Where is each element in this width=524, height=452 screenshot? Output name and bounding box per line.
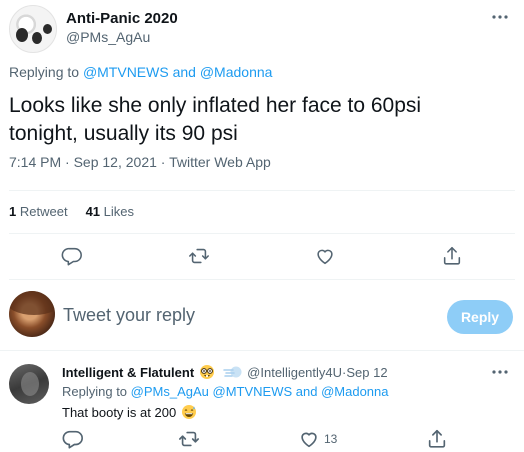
tweet-date[interactable]: Sep 12, 2021: [74, 154, 157, 170]
divider: [9, 190, 515, 191]
replying-to: Replying to @MTVNEWS and @Madonna: [9, 64, 273, 80]
reply-like-icon[interactable]: [298, 428, 317, 448]
reply-button[interactable]: Reply: [447, 300, 513, 334]
grinning-sweat-emoji: [181, 404, 197, 420]
tweet-source[interactable]: Twitter Web App: [169, 154, 271, 170]
mention-link[interactable]: @Madonna: [321, 384, 388, 399]
divider: [0, 350, 524, 351]
more-options-icon[interactable]: [489, 9, 511, 25]
divider: [9, 233, 515, 234]
reply-text-row: That booty is at 200: [62, 404, 197, 420]
reply-share-icon[interactable]: [426, 428, 446, 448]
reply-input[interactable]: Tweet your reply: [63, 305, 195, 326]
reply-icon[interactable]: [61, 245, 83, 267]
tweet-meta: 7:14 PM · Sep 12, 2021 · Twitter Web App: [9, 154, 271, 170]
reply-header: Intelligent & Flatulent @Intelligently4U…: [62, 364, 388, 380]
engagement-stats: 1 Retweet 41 Likes: [9, 204, 134, 219]
tweet-text: Looks like she only inflated her face to…: [9, 94, 422, 145]
author-avatar[interactable]: [9, 5, 57, 53]
reply-author-name[interactable]: Intelligent & Flatulent: [62, 365, 194, 380]
dash-emoji: [223, 364, 243, 380]
author-name[interactable]: Anti-Panic 2020: [66, 10, 178, 27]
mention-link[interactable]: @MTVNEWS: [213, 384, 293, 399]
reply-reply-icon[interactable]: [62, 428, 83, 449]
reply-author-handle[interactable]: @Intelligently4U: [247, 365, 342, 380]
divider: [9, 279, 515, 280]
mention-link[interactable]: @Madonna: [200, 64, 273, 80]
reply-text: That booty is at 200: [62, 404, 177, 420]
reply-replying-to: Replying to @PMs_AgAu @MTVNEWS and @Mado…: [62, 384, 389, 399]
mention-link[interactable]: @MTVNEWS: [83, 64, 169, 80]
current-user-avatar[interactable]: [9, 291, 55, 337]
author-handle[interactable]: @PMs_AgAu: [66, 29, 150, 45]
like-icon[interactable]: [314, 245, 336, 267]
nerd-face-emoji: [199, 364, 215, 380]
tweet-time[interactable]: 7:14 PM: [9, 154, 61, 170]
mention-link[interactable]: @PMs_AgAu: [131, 384, 209, 399]
reply-author-avatar[interactable]: [9, 364, 49, 404]
retweets-stat[interactable]: 1 Retweet: [9, 204, 68, 219]
share-icon[interactable]: [441, 245, 463, 267]
reply-more-options-icon[interactable]: [489, 364, 511, 380]
likes-stat[interactable]: 41 Likes: [86, 204, 134, 219]
reply-date[interactable]: Sep 12: [346, 365, 387, 380]
reply-like-count: 13: [324, 432, 338, 446]
retweet-icon[interactable]: [188, 245, 210, 267]
reply-retweet-icon[interactable]: [178, 428, 199, 447]
